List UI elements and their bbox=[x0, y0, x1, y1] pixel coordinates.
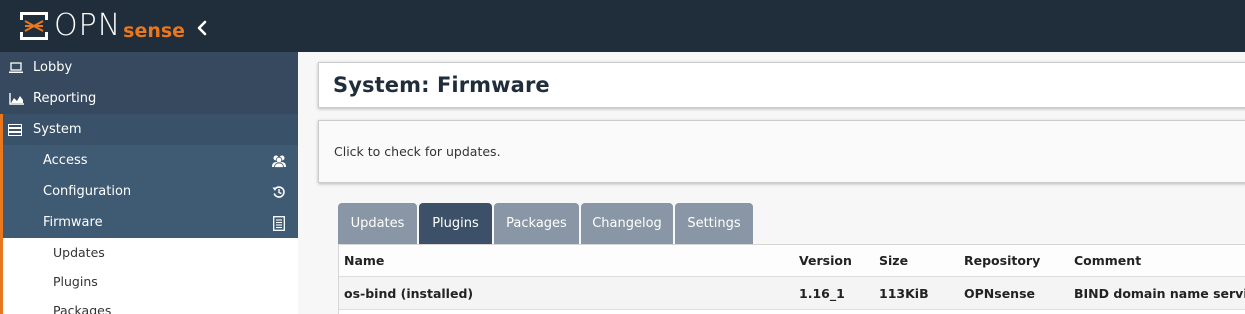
table-row[interactable]: os-bind (installed) 1.16_1 113KiB OPNsen… bbox=[339, 277, 1245, 310]
page-title: System: Firmware bbox=[333, 73, 550, 97]
sidebar-item-system[interactable]: System bbox=[0, 114, 298, 145]
column-header-repository[interactable]: Repository bbox=[964, 245, 1040, 276]
plugin-version: 1.16_1 bbox=[799, 285, 845, 301]
plugin-size: 113KiB bbox=[879, 285, 929, 301]
logo-text-sense: sense bbox=[123, 20, 186, 42]
tab-packages[interactable]: Packages bbox=[494, 203, 579, 244]
top-navbar: OPN sense bbox=[0, 0, 1245, 52]
opnsense-logo[interactable]: OPN sense bbox=[18, 9, 185, 43]
sidebar-item-label: Lobby bbox=[33, 60, 73, 75]
main-content: System: Firmware Click to check for upda… bbox=[298, 52, 1245, 314]
tab-settings[interactable]: Settings bbox=[675, 203, 753, 244]
sidebar-item-reporting[interactable]: Reporting bbox=[0, 83, 298, 114]
sidebar-item-label: Access bbox=[43, 153, 88, 168]
opnsense-logo-mark-icon bbox=[20, 12, 48, 40]
sidebar-item-firmware[interactable]: Firmware bbox=[0, 207, 298, 238]
sidebar-item-label: Reporting bbox=[33, 91, 97, 106]
area-chart-icon bbox=[8, 92, 24, 106]
sidebar-item-label: Plugins bbox=[53, 274, 98, 289]
sidebar-collapse-button[interactable] bbox=[193, 17, 211, 39]
sidebar-item-label: Packages bbox=[53, 303, 112, 314]
sidebar-item-configuration[interactable]: Configuration bbox=[0, 176, 298, 207]
sidebar-item-label: Firmware bbox=[43, 215, 103, 230]
firmware-tabs: Updates Plugins Packages Changelog Setti… bbox=[338, 203, 755, 244]
plugins-table: Name Version Size Repository Comment os-… bbox=[338, 244, 1245, 314]
sidebar-item-updates[interactable]: Updates bbox=[0, 238, 298, 267]
sidebar-item-label: System bbox=[33, 122, 82, 137]
tab-plugins[interactable]: Plugins bbox=[419, 203, 492, 244]
server-icon bbox=[8, 123, 24, 137]
tab-updates[interactable]: Updates bbox=[338, 203, 417, 244]
sidebar-item-plugins[interactable]: Plugins bbox=[0, 267, 298, 296]
sidebar-item-label: Configuration bbox=[43, 184, 132, 199]
column-header-comment[interactable]: Comment bbox=[1074, 245, 1141, 276]
column-header-name[interactable]: Name bbox=[344, 245, 384, 276]
users-icon bbox=[271, 153, 287, 169]
sidebar-item-access[interactable]: Access bbox=[0, 145, 298, 176]
table-header: Name Version Size Repository Comment bbox=[339, 245, 1245, 277]
page-header: System: Firmware bbox=[318, 62, 1245, 108]
plugin-name: os-bind (installed) bbox=[344, 285, 474, 301]
plugin-comment: BIND domain name service bbox=[1074, 285, 1245, 301]
update-status-text: Click to check for updates. bbox=[334, 144, 501, 159]
chevron-left-icon bbox=[197, 20, 207, 36]
column-header-size[interactable]: Size bbox=[879, 245, 908, 276]
sidebar-item-packages[interactable]: Packages bbox=[0, 296, 298, 314]
file-text-icon bbox=[271, 215, 287, 231]
sidebar: Lobby Reporting System Access Configurat… bbox=[0, 52, 298, 314]
plugin-repository: OPNsense bbox=[964, 285, 1035, 301]
tab-changelog[interactable]: Changelog bbox=[581, 203, 673, 244]
column-header-version[interactable]: Version bbox=[799, 245, 852, 276]
update-status-panel: Click to check for updates. bbox=[318, 120, 1245, 183]
history-icon bbox=[271, 184, 287, 200]
sidebar-item-lobby[interactable]: Lobby bbox=[0, 52, 298, 83]
laptop-icon bbox=[8, 61, 24, 75]
sidebar-item-label: Updates bbox=[53, 245, 105, 260]
logo-text-opn: OPN bbox=[54, 8, 122, 43]
